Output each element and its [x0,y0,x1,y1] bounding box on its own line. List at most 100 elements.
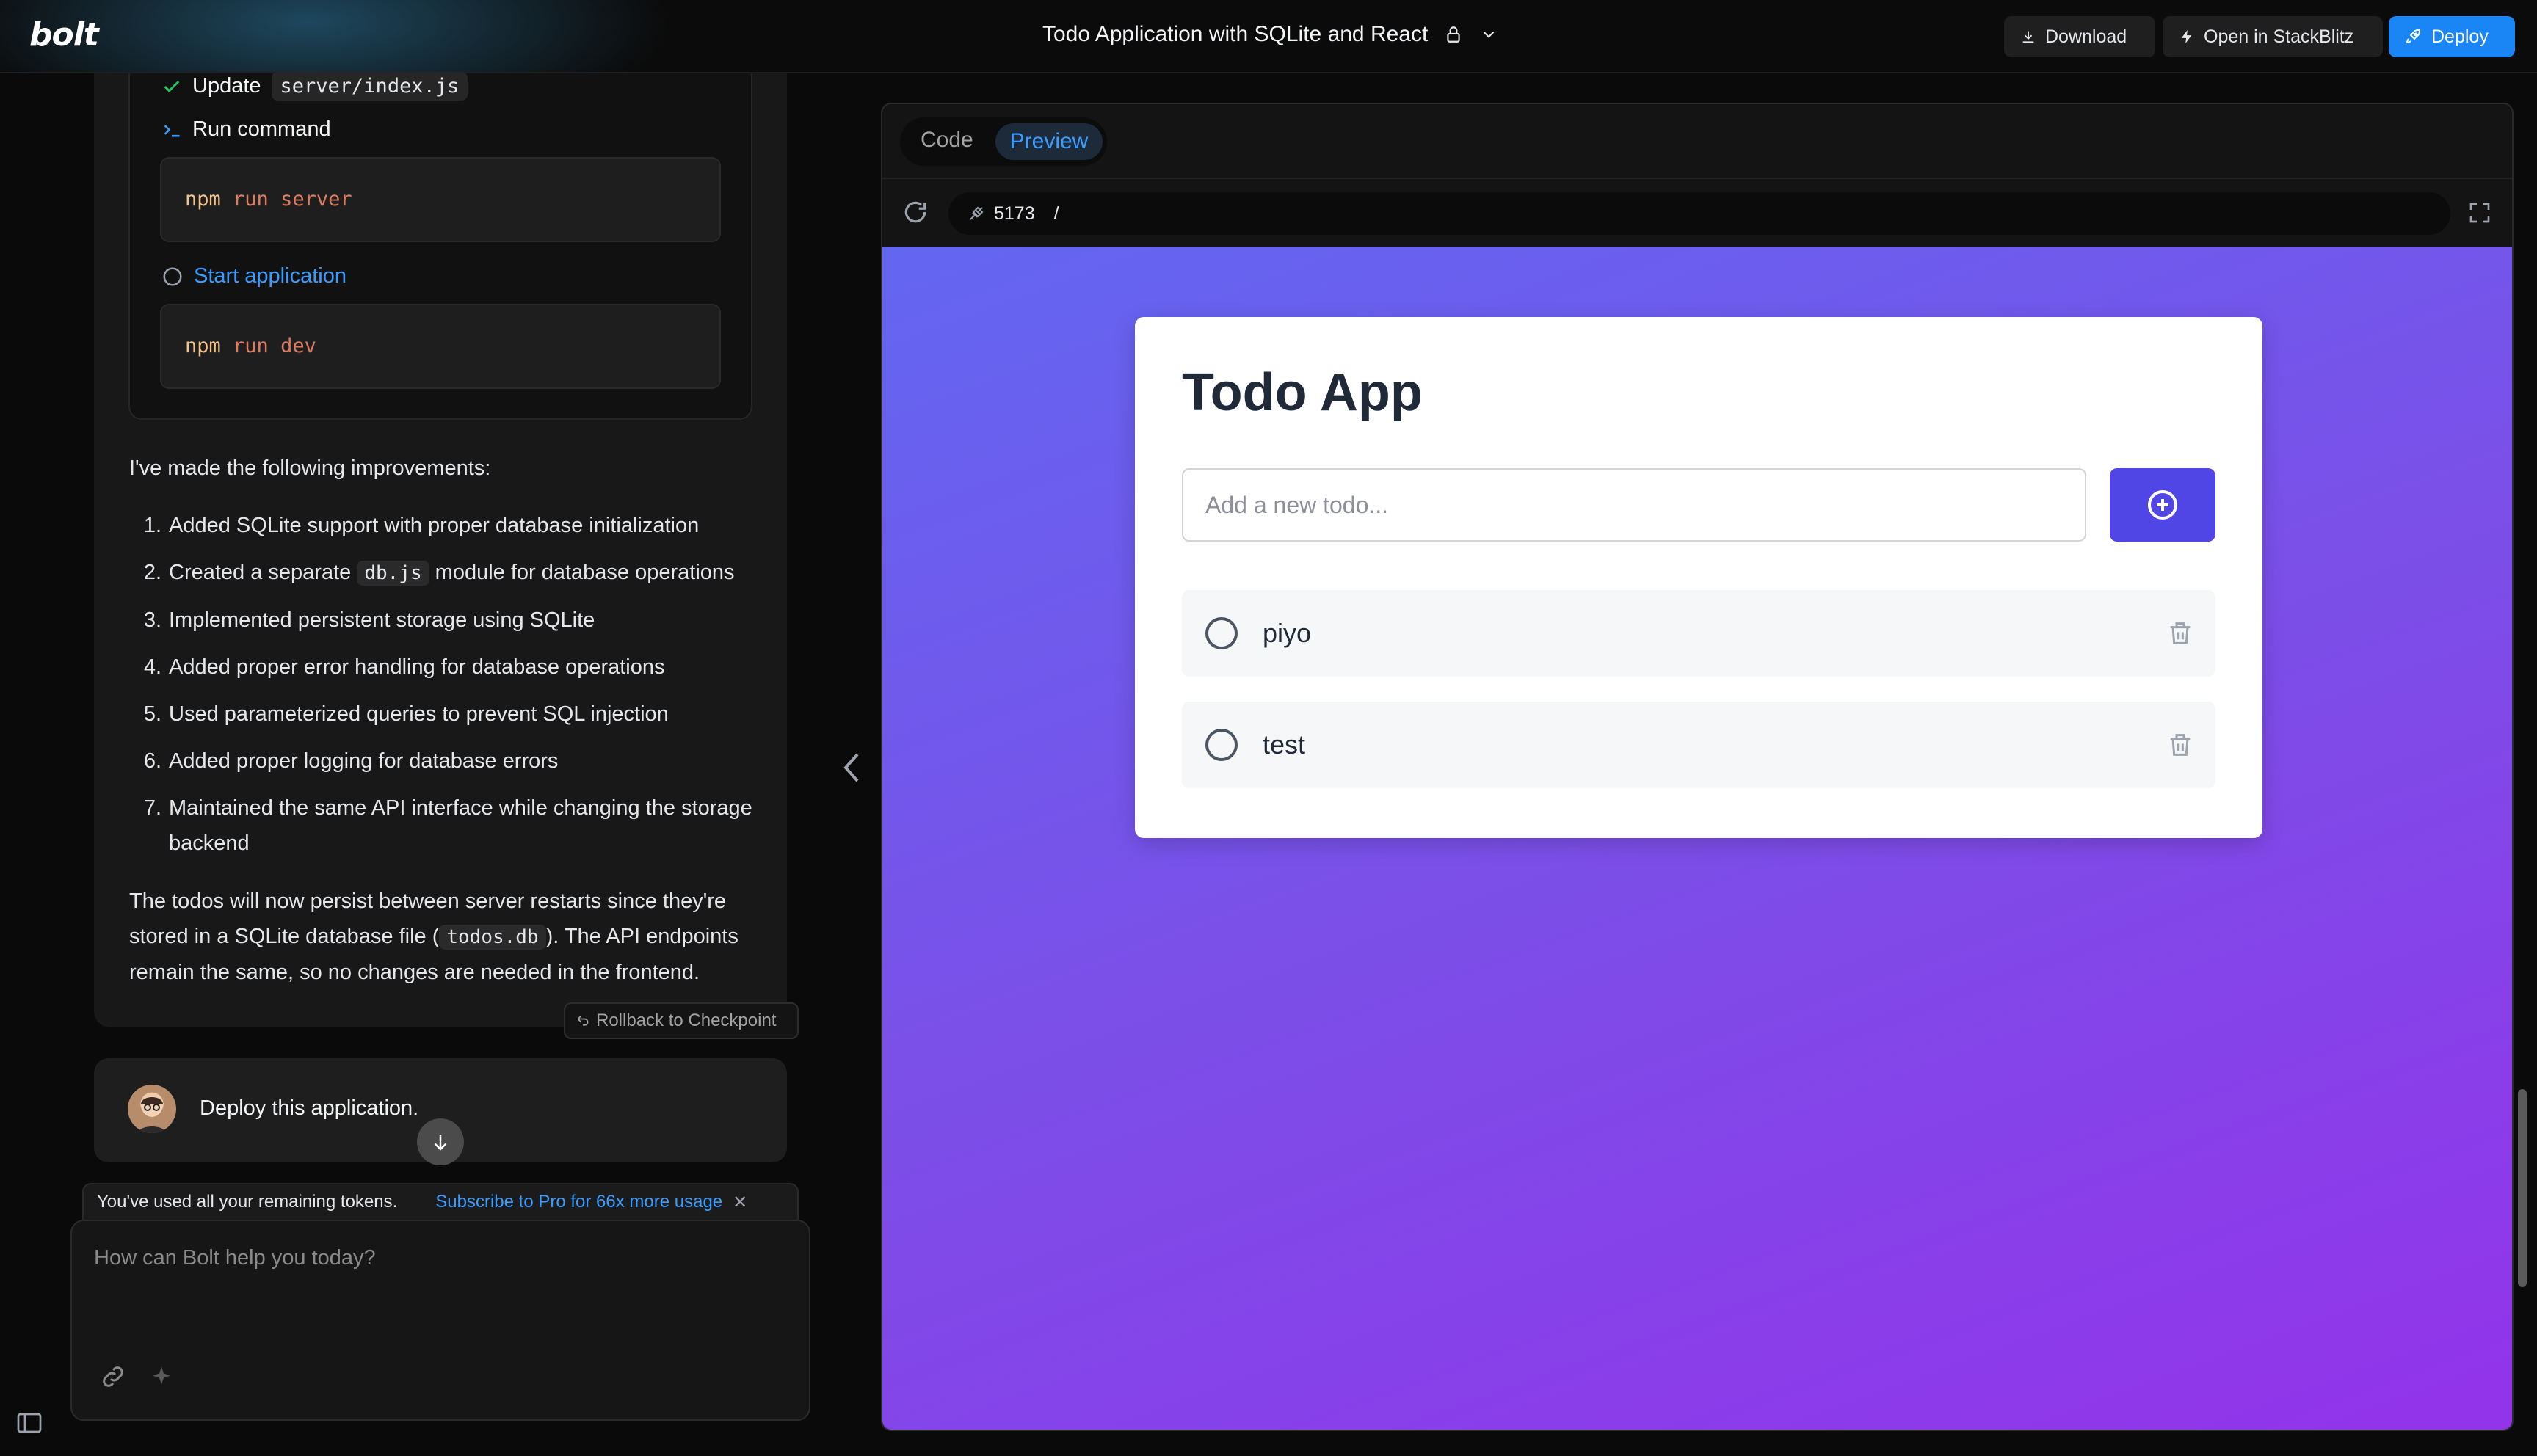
sidebar-toggle-icon[interactable] [16,1412,43,1434]
scrollbar-thumb[interactable] [2518,1089,2527,1287]
todo-text: test [1263,729,1306,760]
list-item: 3. Implemented persistent storage using S… [129,603,761,638]
add-todo-button[interactable] [2110,468,2215,542]
message-intro: I've made the following improvements: [129,456,491,480]
message-summary: The todos will now persist between serve… [129,884,761,990]
stackblitz-label: Open in StackBlitz [2204,26,2354,47]
download-icon [2022,31,2034,43]
chevron-down-icon[interactable] [1479,25,1498,44]
command-bin: npm [185,188,221,211]
step-update-file: Update server/index.js [161,72,468,101]
check-icon [164,80,180,92]
address-bar[interactable]: 5173 / [948,192,2450,235]
plug-icon [970,206,984,220]
command-arg: dev [280,335,316,357]
trash-icon[interactable] [2166,618,2195,649]
avatar-face-icon [138,1096,166,1133]
improvements-list: 1. Added SQLite support with proper datab… [129,508,761,873]
list-text: Created a separate db.js module for data… [169,555,735,591]
rollback-to-checkpoint-button[interactable]: Rollback to Checkpoint [564,1002,799,1039]
list-number: 6. [143,749,161,773]
todo-text: piyo [1263,618,1312,648]
list-number: 2. [143,561,161,584]
trash-icon[interactable] [2166,729,2195,760]
todo-item: piyo [1182,590,2215,677]
list-number: 4. [143,655,161,679]
project-title-text: Todo Application with SQLite and React [1042,22,1429,46]
view-tab-switch: Code Preview [900,117,1107,166]
list-item: 2. Created a separate db.js module for da… [129,555,761,591]
url-path: / [1053,203,1059,224]
preview-address-row: 5173 / [882,178,2512,247]
command-box-dev: npm run dev [160,304,721,389]
command-keyword: run [233,188,269,211]
step-label: Run command [192,117,331,141]
file-chip: server/index.js [271,72,468,101]
list-text-after: module for database operations [429,561,735,584]
reload-icon[interactable] [901,198,929,226]
app-preview: Todo App piyo test [882,247,2512,1430]
subscribe-pro-link[interactable]: Subscribe to Pro for 66x more usage [435,1192,722,1212]
todo-card: Todo App piyo test [1135,317,2262,838]
step-label: Update [192,74,261,98]
lock-icon [1447,26,1460,43]
token-limit-banner: You've used all your remaining tokens. S… [82,1183,799,1220]
tab-code[interactable]: Code [921,128,973,153]
list-text: Added SQLite support with proper databas… [169,514,700,537]
top-bar: bolt Todo Application with SQLite and Re… [0,0,2537,73]
list-number: 3. [143,608,161,632]
sparkle-icon[interactable] [148,1364,175,1390]
download-button[interactable]: Download [2004,16,2155,57]
todo-title: Todo App [1182,363,1423,422]
undo-icon [577,1015,589,1026]
command-keyword: run [233,335,269,357]
rollback-label: Rollback to Checkpoint [596,1011,777,1030]
list-number: 1. [143,514,161,537]
new-todo-input[interactable] [1182,468,2086,542]
command-box-server: npm run server [160,157,721,242]
step-start-application: Start application [161,264,346,288]
list-item: 1. Added SQLite support with proper datab… [129,508,761,543]
list-text: Used parameterized queries to prevent SQ… [169,702,669,726]
project-title[interactable]: Todo Application with SQLite and React [1042,22,1498,47]
port-label: 5173 [994,203,1035,224]
workbench-panel: Code Preview 5173 / Todo App piyo te [881,103,2514,1431]
step-label: Start application [194,264,346,288]
avatar [128,1085,176,1133]
deploy-button[interactable]: Deploy [2389,16,2515,57]
close-icon[interactable]: ✕ [733,1192,747,1213]
tab-preview[interactable]: Preview [995,123,1103,160]
prompt-input[interactable] [94,1246,784,1364]
command-arg: server [280,188,352,211]
list-number: 5. [143,702,161,726]
todo-checkbox[interactable] [1205,729,1238,761]
todo-item: test [1182,702,2215,788]
list-number: 7. [143,796,161,820]
token-banner-text: You've used all your remaining tokens. [97,1192,398,1212]
attach-link-icon[interactable] [100,1364,126,1390]
list-text: Maintained the same API interface while … [169,796,752,855]
todo-checkbox[interactable] [1205,617,1238,649]
lightning-icon [2181,29,2192,44]
command-bin: npm [185,335,221,357]
fullscreen-icon[interactable] [2468,201,2491,225]
list-text: Added proper error handling for database… [169,655,665,679]
bolt-logo[interactable]: bolt [29,16,99,54]
list-item: 5. Used parameterized queries to prevent … [129,696,761,732]
list-text-before: Created a separate [169,561,357,584]
inline-code: todos.db [439,925,546,950]
scroll-to-bottom-button[interactable] [417,1118,464,1165]
prompt-box [70,1220,810,1421]
deploy-label: Deploy [2431,26,2489,47]
open-in-stackblitz-button[interactable]: Open in StackBlitz [2163,16,2383,57]
list-text: Added proper logging for database errors [169,749,559,773]
circle-icon [163,267,182,285]
list-item: 6. Added proper logging for database erro… [129,743,761,779]
inline-code: db.js [357,561,429,586]
list-text: Implemented persistent storage using SQL… [169,608,595,632]
user-message-text: Deploy this application. [200,1096,419,1120]
plus-circle-icon [2148,490,2177,520]
download-label: Download [2045,26,2127,47]
list-item: 4. Added proper error handling for databa… [129,649,761,685]
chevron-left-icon[interactable] [841,751,862,784]
